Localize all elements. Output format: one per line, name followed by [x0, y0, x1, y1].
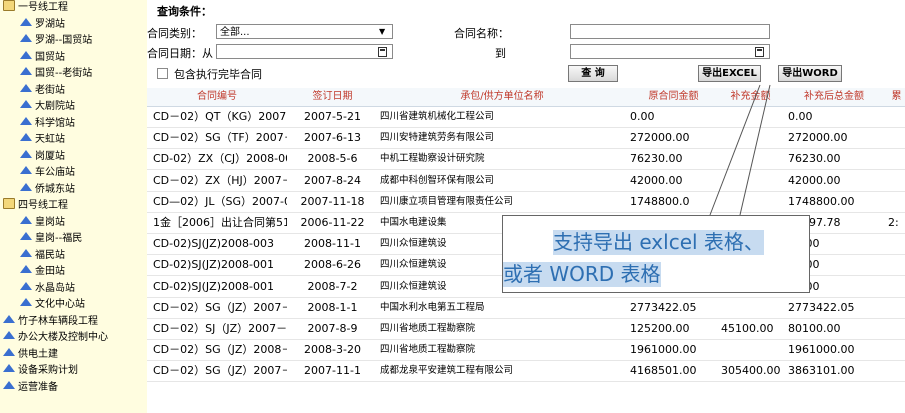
callout-line-2: 或者 WORD 表格: [503, 262, 661, 287]
export-callout: 支持导出 exlcel 表格、 或者 WORD 表格: [502, 215, 810, 293]
callout-pointer: [709, 84, 771, 216]
callout-line-1: 支持导出 exlcel 表格、: [553, 230, 764, 255]
